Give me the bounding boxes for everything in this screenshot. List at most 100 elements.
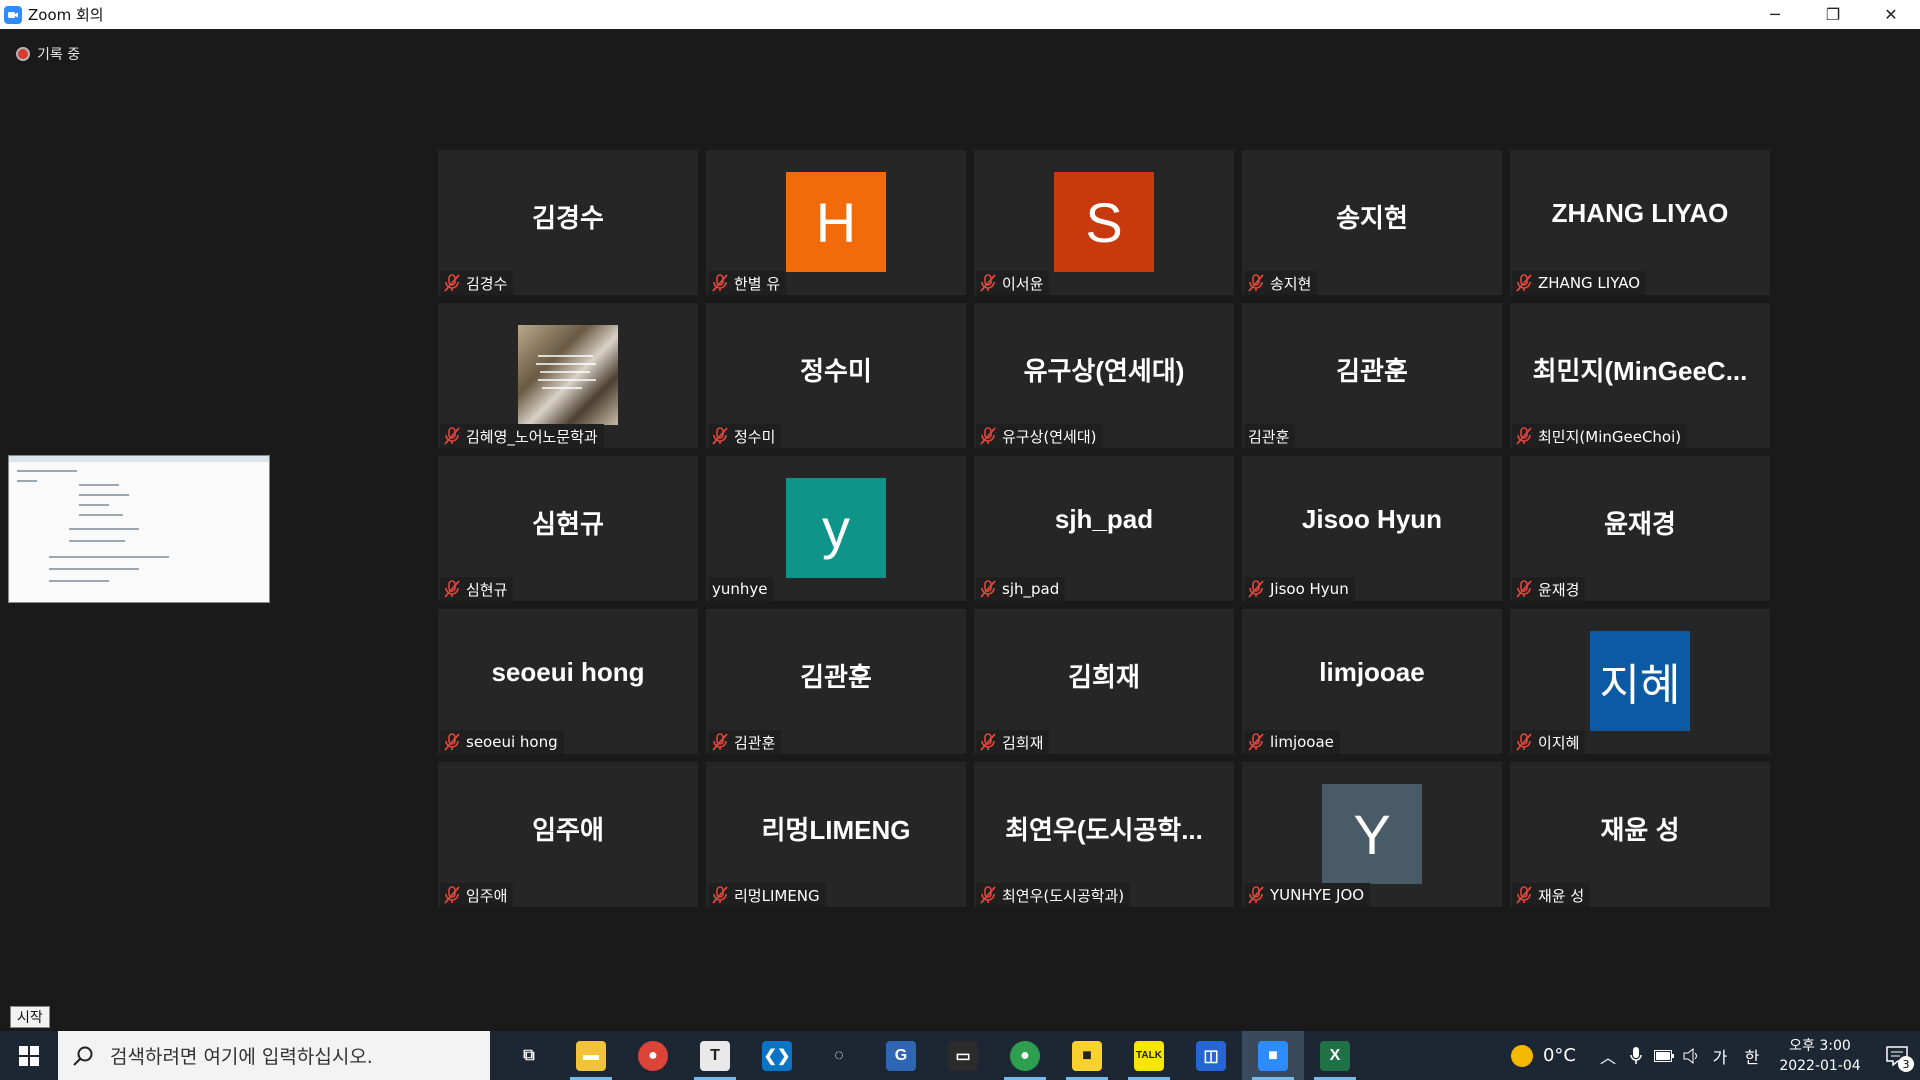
participant-name-label: yunhye — [708, 577, 774, 601]
participant-tile[interactable]: seoeui hong seoeui hong — [438, 609, 698, 754]
battery-icon[interactable] — [1650, 1031, 1678, 1080]
chevron-up-icon[interactable]: ︿ — [1594, 1031, 1622, 1080]
minimize-button[interactable]: ─ — [1746, 0, 1804, 29]
participant-name: 리멍LIMENG — [734, 886, 820, 905]
participant-tile[interactable]: 최민지(MinGeeC... 최민지(MinGeeChoi) — [1510, 303, 1770, 448]
participant-tile[interactable]: 윤재경 윤재경 — [1510, 456, 1770, 601]
participant-display-name: 재윤 성 — [1600, 815, 1680, 845]
record-icon — [16, 47, 30, 61]
participant-tile[interactable]: S 이서윤 — [974, 150, 1234, 295]
taskbar: 검색하려면 여기에 입력하십시오. ⧉ ▬ ● T ❮❯ ◌ G ▭ ● ■ TALK ◫ ■ X 0°C… — [0, 1031, 1920, 1080]
taskbar-app-chrome[interactable]: ● — [622, 1031, 684, 1080]
taskbar-app-remote-app[interactable]: ◫ — [1180, 1031, 1242, 1080]
participant-name-label: 유구상(연세대) — [976, 424, 1103, 448]
participant-display-name: 김희재 — [1068, 662, 1140, 692]
muted-microphone-icon — [712, 886, 728, 904]
participant-tile[interactable]: 유구상(연세대) 유구상(연세대) — [974, 303, 1234, 448]
taskbar-app-file-explorer[interactable]: ▬ — [560, 1031, 622, 1080]
taskbar-app-terminal[interactable]: ▭ — [932, 1031, 994, 1080]
muted-microphone-icon — [712, 733, 728, 751]
shared-screen-thumbnail[interactable] — [8, 455, 270, 603]
taskbar-app-sticky-notes[interactable]: ■ — [1056, 1031, 1118, 1080]
participant-name-label: 한별 유 — [708, 271, 787, 295]
participant-tile[interactable]: 임주애 임주애 — [438, 762, 698, 907]
taskbar-app-typora[interactable]: T — [684, 1031, 746, 1080]
weather-widget[interactable]: 0°C — [1510, 1044, 1576, 1067]
system-tray: 0°C ︿ 가 한 오후 3:00 2022-01-04 3 — [1510, 1031, 1920, 1080]
participant-name-label: 김혜영_노어노문학과 — [440, 424, 604, 448]
participant-name: 김관훈 — [1248, 427, 1290, 446]
participant-display-name: 정수미 — [800, 356, 872, 386]
participant-tile[interactable]: Jisoo Hyun Jisoo Hyun — [1242, 456, 1502, 601]
participant-tile[interactable]: sjh_pad sjh_pad — [974, 456, 1234, 601]
participant-name: 유구상(연세대) — [1002, 427, 1097, 446]
participant-display-name: 윤재경 — [1604, 509, 1676, 539]
participant-tile[interactable]: 최연우(도시공학... 최연우(도시공학과) — [974, 762, 1234, 907]
muted-microphone-icon — [712, 274, 728, 292]
participant-tile[interactable]: 김관훈 김관훈 — [1242, 303, 1502, 448]
participant-tile[interactable]: 리멍LIMENG 리멍LIMENG — [706, 762, 966, 907]
gpa-app-icon: G — [886, 1040, 916, 1071]
microphone-icon[interactable] — [1622, 1031, 1650, 1080]
participant-tile[interactable]: 김희재 김희재 — [974, 609, 1234, 754]
participant-name: seoeui hong — [466, 733, 558, 751]
restore-button[interactable]: ❐ — [1804, 0, 1862, 29]
participant-tile[interactable]: 김경수 김경수 — [438, 150, 698, 295]
participant-avatar: H — [786, 172, 886, 272]
participant-name: limjooae — [1270, 733, 1334, 751]
muted-microphone-icon — [1516, 274, 1532, 292]
terminal-icon: ▭ — [948, 1040, 978, 1071]
taskbar-app-jupyter[interactable]: ◌ — [808, 1031, 870, 1080]
participant-name: 윤재경 — [1538, 580, 1580, 599]
participant-name-label: 이서윤 — [976, 271, 1050, 295]
participant-tile[interactable]: 송지현 송지현 — [1242, 150, 1502, 295]
start-button[interactable] — [0, 1031, 58, 1080]
taskbar-app-kakaotalk[interactable]: TALK — [1118, 1031, 1180, 1080]
muted-microphone-icon — [444, 274, 460, 292]
volume-icon[interactable] — [1678, 1031, 1706, 1080]
participant-tile[interactable]: limjooae limjooae — [1242, 609, 1502, 754]
close-button[interactable]: ✕ — [1862, 0, 1920, 29]
participant-tile[interactable]: Y YUNHYE JOO — [1242, 762, 1502, 907]
notification-count: 3 — [1898, 1056, 1914, 1072]
taskbar-app-task-view[interactable]: ⧉ — [498, 1031, 560, 1080]
participant-display-name: 임주애 — [532, 815, 604, 845]
participant-tile[interactable]: ZHANG LIYAO ZHANG LIYAO — [1510, 150, 1770, 295]
taskbar-app-gpa-app[interactable]: G — [870, 1031, 932, 1080]
muted-microphone-icon — [444, 580, 460, 598]
participant-tile[interactable]: 재윤 성 재윤 성 — [1510, 762, 1770, 907]
ime-mode[interactable]: 가 — [1706, 1031, 1734, 1080]
recording-indicator[interactable]: 기록 중 — [16, 44, 80, 64]
taskbar-app-zoom[interactable]: ■ — [1242, 1031, 1304, 1080]
participant-name-label: 최연우(도시공학과) — [976, 883, 1131, 907]
participant-name-label: 이지혜 — [1512, 730, 1586, 754]
weather-temp: 0°C — [1542, 1045, 1576, 1066]
taskbar-search-input[interactable]: 검색하려면 여기에 입력하십시오. — [58, 1031, 490, 1080]
notification-center-button[interactable]: 3 — [1874, 1031, 1920, 1080]
clock-time: 오후 3:00 — [1789, 1037, 1851, 1054]
participant-name-label: sjh_pad — [976, 577, 1066, 601]
participant-tile[interactable]: 심현규 심현규 — [438, 456, 698, 601]
participant-tile[interactable]: 김혜영_노어노문학과 — [438, 303, 698, 448]
participant-tile[interactable]: y yunhye — [706, 456, 966, 601]
participant-name: 재윤 성 — [1538, 886, 1585, 905]
participant-tile[interactable]: 정수미 정수미 — [706, 303, 966, 448]
participant-name-label: 김경수 — [440, 271, 514, 295]
taskbar-app-chrome-profile[interactable]: ● — [994, 1031, 1056, 1080]
participant-tile[interactable]: 지혜 이지혜 — [1510, 609, 1770, 754]
participant-name-label: ZHANG LIYAO — [1512, 271, 1647, 295]
participant-name-label: 임주애 — [440, 883, 514, 907]
participant-name: 송지현 — [1270, 274, 1312, 293]
muted-microphone-icon — [444, 427, 460, 445]
taskbar-app-excel[interactable]: X — [1304, 1031, 1366, 1080]
participant-tile[interactable]: 김관훈 김관훈 — [706, 609, 966, 754]
zoom-icon: ■ — [1258, 1040, 1288, 1071]
participant-tile[interactable]: H 한별 유 — [706, 150, 966, 295]
windows-icon — [19, 1045, 39, 1066]
taskbar-app-vscode[interactable]: ❮❯ — [746, 1031, 808, 1080]
participant-name: Jisoo Hyun — [1270, 580, 1349, 598]
participant-name: 이서윤 — [1002, 274, 1044, 293]
muted-microphone-icon — [1516, 427, 1532, 445]
taskbar-clock[interactable]: 오후 3:00 2022-01-04 — [1774, 1036, 1866, 1076]
language-indicator[interactable]: 한 — [1738, 1031, 1766, 1080]
